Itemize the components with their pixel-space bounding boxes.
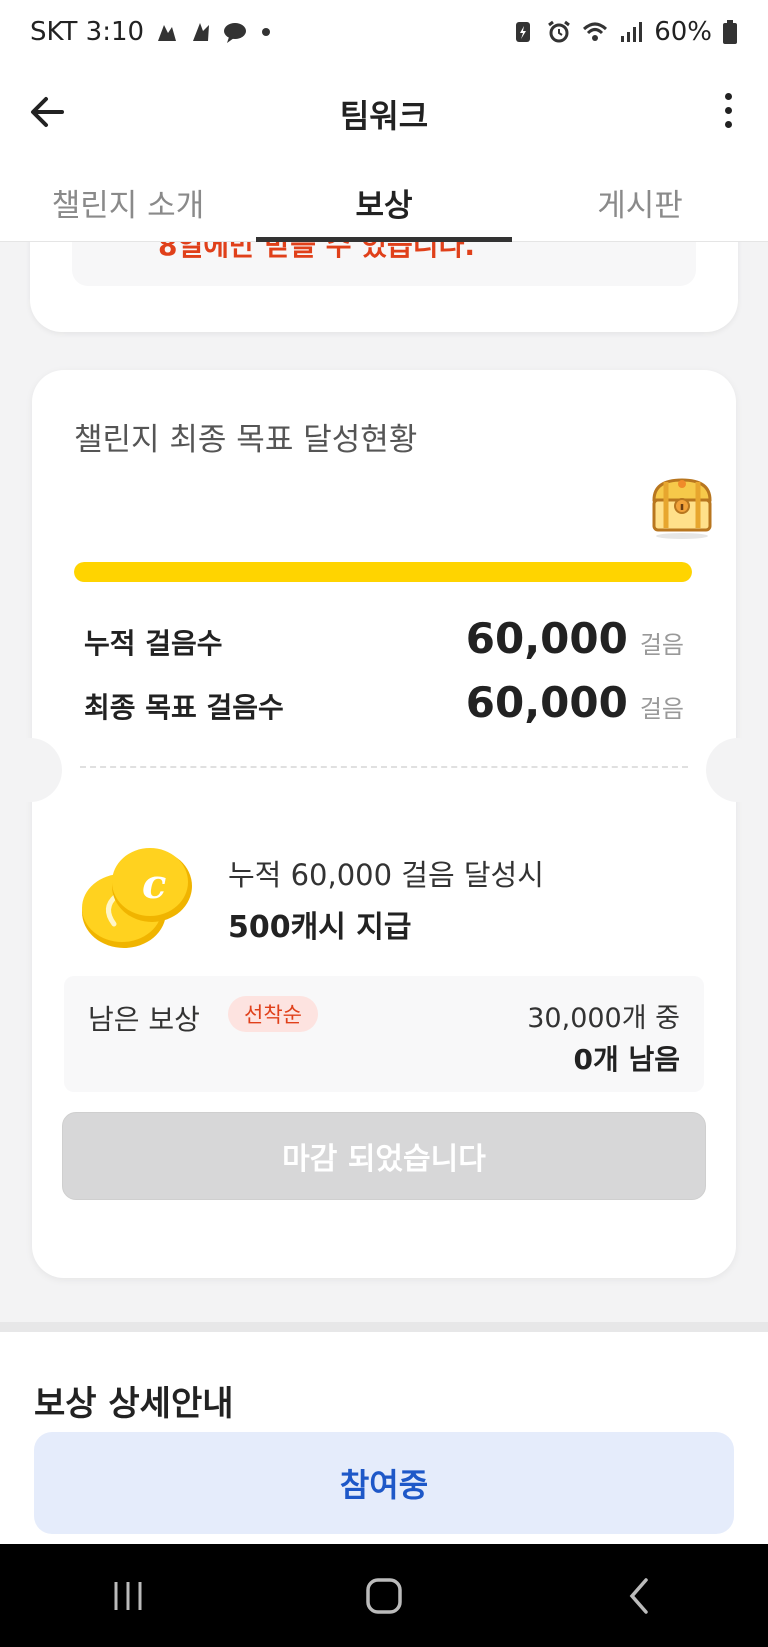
- more-notifications-dot: [262, 28, 271, 36]
- accumulated-steps-row: 누적 걸음수 60,000 걸음: [84, 614, 684, 663]
- participating-button[interactable]: 참여중: [34, 1432, 734, 1534]
- ticket-divider: [80, 766, 688, 768]
- ticket-notch-left: [0, 738, 62, 802]
- reward-condition: 누적 60,000 걸음 달성시: [228, 858, 544, 892]
- battery-saver-icon: [516, 22, 531, 42]
- chevron-left-icon: [629, 1577, 648, 1614]
- status-bar: SKT 3:10 60%: [0, 0, 768, 64]
- system-back-button[interactable]: [610, 1566, 670, 1626]
- closed-button[interactable]: 마감 되었습니다: [62, 1112, 706, 1200]
- section-divider: [0, 1322, 768, 1332]
- coin-letter: c: [142, 861, 166, 908]
- notice-text: 8일에만 받을 수 있습니다.: [158, 242, 475, 262]
- accumulated-steps-value: 60,000: [465, 614, 628, 663]
- notification-app-icon-2: [193, 23, 210, 41]
- goal-steps-value: 60,000: [465, 678, 628, 727]
- accumulated-steps-unit: 걸음: [639, 631, 684, 659]
- remaining-total: 30,000개 중: [527, 1003, 680, 1034]
- battery-percent: 60%: [654, 17, 712, 47]
- reward-amount: 500캐시 지급: [228, 910, 412, 945]
- alarm-icon: [548, 20, 571, 43]
- treasure-chest-icon: [652, 478, 712, 539]
- goal-progress-bar: [74, 562, 692, 582]
- status-time: SKT 3:10: [30, 17, 145, 47]
- goal-steps-label: 최종 목표 걸음수: [84, 691, 284, 724]
- tab-reward[interactable]: 보상: [256, 164, 512, 242]
- tab-challenge-intro[interactable]: 챌린지 소개: [0, 164, 256, 241]
- notice-box: 8일에만 받을 수 있습니다.: [72, 242, 696, 286]
- battery-icon: [723, 20, 737, 44]
- accumulated-steps-label: 누적 걸음수: [84, 627, 223, 660]
- more-options-icon[interactable]: [716, 80, 740, 140]
- chat-bubble-icon: [224, 23, 247, 43]
- reward-detail-title: 보상 상세안내: [34, 1384, 234, 1424]
- remaining-reward-box: 남은 보상 선착순 30,000개 중 0개 남음: [64, 976, 704, 1092]
- cash-coins-icon: c: [82, 848, 192, 948]
- remaining-count: 0개 남음: [573, 1043, 680, 1076]
- goal-progress-card: 챌린지 최종 목표 달성현황 누적 걸음수 60,000 걸음 최종 목표 걸음…: [0, 370, 768, 1278]
- page-title: 팀워크: [339, 97, 429, 135]
- tab-bar: 챌린지 소개 보상 게시판: [0, 164, 768, 242]
- remaining-reward-label: 남은 보상: [88, 1003, 200, 1036]
- recent-apps-button[interactable]: [98, 1566, 158, 1626]
- ticket-notch-right: [706, 738, 768, 802]
- app-bar: 팀워크: [0, 64, 768, 164]
- info-card-partial: 8일에만 받을 수 있습니다.: [30, 242, 738, 332]
- recent-apps-icon: [114, 1581, 142, 1610]
- home-button[interactable]: [354, 1566, 414, 1626]
- goal-steps-row: 최종 목표 걸음수 60,000 걸음: [84, 678, 684, 727]
- scroll-content[interactable]: 8일에만 받을 수 있습니다. 챌린지 최종 목표 달성현황 누적 걸음수 60…: [0, 242, 768, 1544]
- system-nav-bar: [0, 1544, 768, 1647]
- tab-board[interactable]: 게시판: [512, 164, 768, 241]
- signal-icon: [621, 22, 643, 42]
- progress-fill: [74, 562, 692, 582]
- first-come-badge: 선착순: [228, 996, 318, 1032]
- goal-steps-unit: 걸음: [639, 695, 684, 723]
- back-arrow-icon[interactable]: [26, 90, 70, 134]
- notification-app-icon: [158, 25, 177, 41]
- home-icon: [366, 1577, 402, 1614]
- section-title: 챌린지 최종 목표 달성현황: [74, 422, 418, 458]
- wifi-icon: [583, 22, 608, 41]
